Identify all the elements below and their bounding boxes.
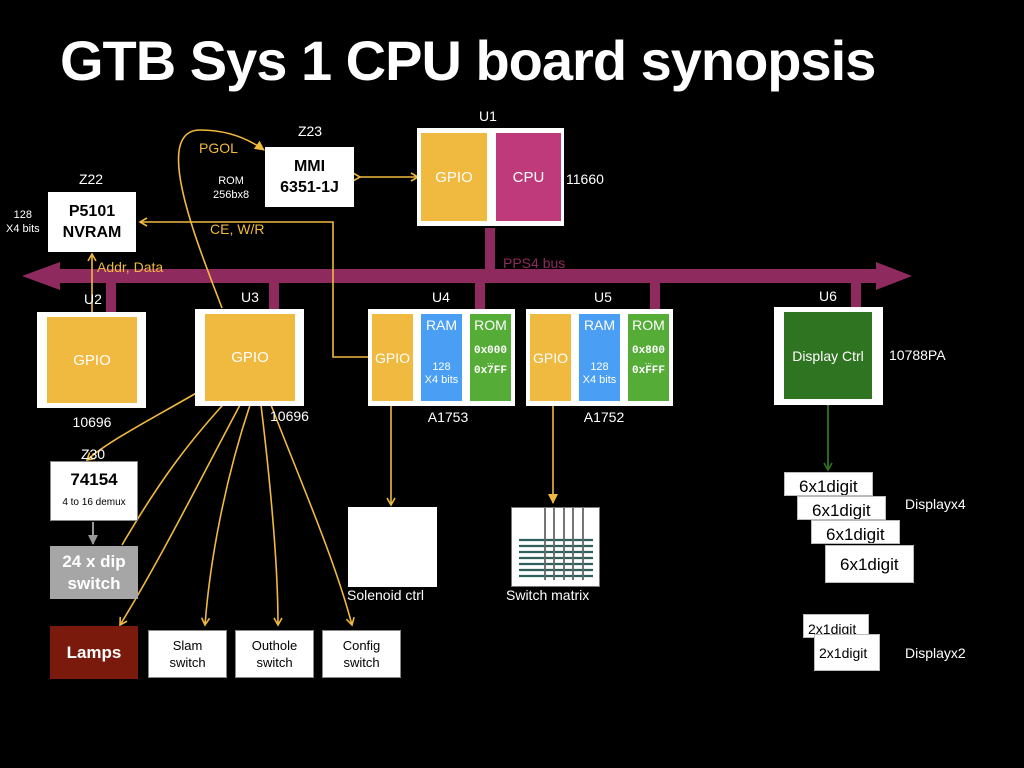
outhole-switch-block[interactable]: Outhole switch — [235, 630, 314, 678]
chip-z30-demux[interactable]: 74154 4 to 16 demux — [50, 461, 138, 521]
chip-u2[interactable]: GPIO — [37, 312, 146, 408]
u2-part: 10696 — [72, 414, 112, 430]
wire-u3-lamps — [119, 404, 241, 627]
bus-arrow-left — [22, 262, 60, 290]
display-6digit-2[interactable]: 6x1digit — [797, 496, 886, 520]
switch-matrix-block[interactable] — [511, 507, 600, 587]
u4-rom-label: ROM — [474, 317, 507, 333]
bus-stub-u3 — [269, 280, 279, 310]
bus-stub-u2 — [106, 280, 116, 316]
z23-line2: 6351-1J — [280, 179, 339, 196]
ce-wr-label: CE, W/R — [210, 221, 265, 237]
u4-ram-label: RAM — [425, 317, 458, 333]
display-6digit-4[interactable]: 6x1digit — [825, 545, 914, 583]
bus-stub-u1 — [485, 228, 495, 272]
u6-part: 10788PA — [889, 347, 946, 363]
u5-gpio-block: GPIO — [530, 314, 571, 401]
u2-gpio-block: GPIO — [47, 317, 137, 403]
z22-line2: NVRAM — [62, 224, 122, 241]
config-switch-block[interactable]: Config switch — [322, 630, 401, 678]
pgol-label: PGOL — [199, 140, 238, 156]
display-6digit-1[interactable]: 6x1digit — [784, 472, 873, 496]
u4-ram-block: RAM 128 X4 bits — [421, 314, 462, 401]
display-2digit-2[interactable]: 2x1digit — [814, 634, 880, 671]
chip-u4[interactable]: GPIO RAM 128 X4 bits ROM 0x000 ... 0x7FF — [368, 309, 515, 406]
u3-ref: U3 — [241, 289, 259, 305]
u1-gpio-block: GPIO — [421, 133, 487, 221]
z22-note: 128 X4 bits — [6, 208, 40, 236]
bus-stub-u5 — [650, 280, 660, 310]
u5-rom-block: ROM 0x800 ... 0xFFF — [628, 314, 669, 401]
bus-arrow-right — [876, 262, 912, 290]
z23-note-line1: ROM — [218, 175, 244, 187]
u5-ram-label: RAM — [583, 317, 616, 333]
addr-data-label: Addr, Data — [97, 259, 164, 275]
u1-part: 11660 — [566, 171, 604, 187]
chip-u1[interactable]: GPIO CPU — [417, 128, 564, 226]
bus-stub-u4 — [475, 280, 485, 310]
solenoid-ctrl-block[interactable] — [348, 507, 437, 587]
z23-line1: MMI — [293, 158, 326, 175]
switch-matrix-grid-icon — [519, 508, 593, 580]
u5-rom-end: 0xFFF — [631, 365, 665, 377]
bus-label: PPS4 bus — [503, 255, 566, 271]
u5-ram-block: RAM 128 X4 bits — [579, 314, 620, 401]
z30-line2: 4 to 16 demux — [62, 497, 126, 508]
chip-u3[interactable]: GPIO — [195, 309, 304, 406]
u4-ref: U4 — [432, 289, 450, 305]
z23-note: ROM 256bx8 — [213, 174, 249, 202]
u5-ram-size: 128 X4 bits — [582, 361, 617, 386]
wire-u3-outhole — [260, 404, 283, 627]
u6-display-ctrl-block: Display Ctrl — [784, 312, 872, 399]
wire-u3-config — [270, 404, 355, 627]
dip-switch-block[interactable]: 24 x dip switch — [50, 546, 138, 599]
u5-ref: U5 — [594, 289, 612, 305]
wire-u3-slam — [200, 404, 251, 627]
z30-line1: 74154 — [70, 470, 118, 489]
z23-note-line2: 256bx8 — [213, 189, 250, 201]
lamps-block[interactable]: Lamps — [50, 626, 138, 679]
z30-ref: Z30 — [80, 446, 106, 462]
switch-matrix-label: Switch matrix — [506, 587, 590, 603]
z22-note-line2: X4 bits — [6, 223, 40, 235]
u4-part: A1753 — [427, 409, 469, 425]
u4-rom-end: 0x7FF — [473, 365, 507, 377]
u3-gpio-block: GPIO — [205, 314, 295, 401]
displayx2-label: Displayx2 — [905, 645, 966, 661]
u5-rom-label: ROM — [632, 317, 665, 333]
u4-rom-block: ROM 0x000 ... 0x7FF — [470, 314, 511, 401]
displayx4-label: Displayx4 — [905, 496, 966, 512]
z22-line1: P5101 — [68, 203, 116, 220]
solenoid-label: Solenoid ctrl — [347, 587, 425, 603]
z23-ref: Z23 — [297, 123, 323, 139]
bus-bar — [55, 269, 885, 283]
u1-cpu-block: CPU — [496, 133, 561, 221]
chip-z23-mmi[interactable]: MMI 6351-1J — [265, 147, 354, 207]
u1-ref: U1 — [479, 108, 497, 124]
chip-u5[interactable]: GPIO RAM 128 X4 bits ROM 0x800 ... 0xFFF — [526, 309, 673, 406]
slam-switch-block[interactable]: Slam switch — [148, 630, 227, 678]
u3-part: 10696 — [270, 408, 309, 424]
u4-ram-size: 128 X4 bits — [424, 361, 459, 386]
u6-ref: U6 — [819, 288, 837, 304]
z22-note-line1: 128 — [13, 209, 32, 221]
u5-part: A1752 — [583, 409, 625, 425]
u4-gpio-block: GPIO — [372, 314, 413, 401]
display-6digit-3[interactable]: 6x1digit — [811, 520, 900, 544]
z22-ref: Z22 — [78, 171, 104, 187]
u2-ref: U2 — [84, 291, 102, 307]
chip-u6[interactable]: Display Ctrl — [774, 307, 883, 405]
chip-z22-nvram[interactable]: P5101 NVRAM — [48, 192, 136, 252]
